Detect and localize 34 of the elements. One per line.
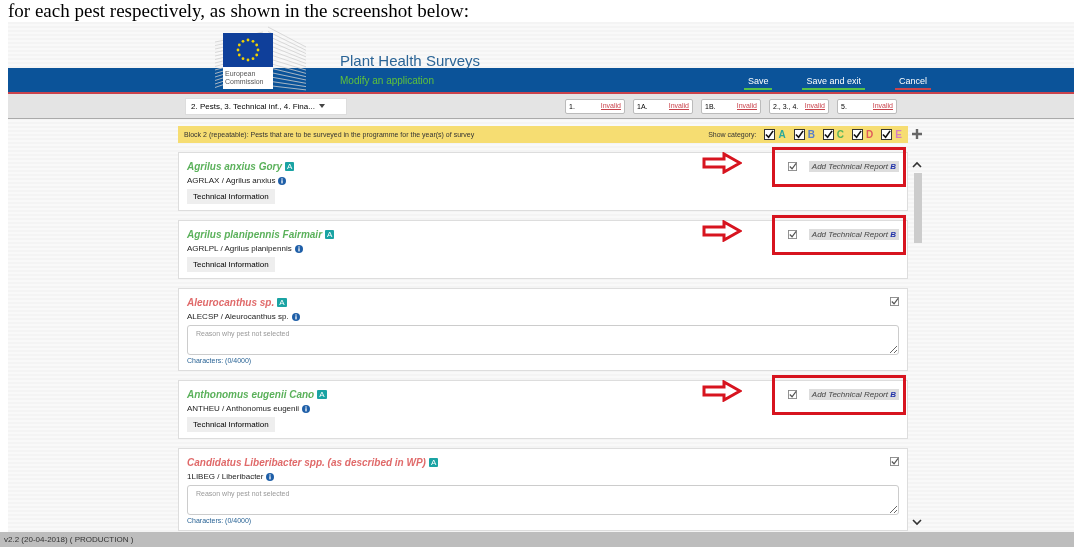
header-link[interactable]: Cancel	[895, 76, 932, 90]
pest-code: AGRLAX / Agrilus anxius	[187, 176, 276, 185]
pest-code: ANTHEU / Anthonomus eugenii	[187, 404, 300, 413]
pest-name: Anthonomus eugenii Cano	[187, 389, 315, 400]
category-label: D	[866, 129, 874, 140]
page-subtitle: Modify an application	[340, 74, 434, 86]
header-link[interactable]: Save and exit	[802, 76, 865, 90]
app-title: Plant Health Surveys	[340, 52, 481, 69]
category-badge: A	[428, 458, 439, 467]
version-text: v2.2 (20-04-2018) ( PRODUCTION )	[4, 535, 134, 544]
category-label: C	[836, 129, 845, 140]
category-label: A	[778, 129, 786, 140]
technical-info-button[interactable]: Technical Information	[187, 189, 275, 204]
category-badge: A	[317, 390, 327, 399]
caption-text: for each pest respectively, as shown in the screenshot below:	[8, 0, 469, 22]
technical-info-button[interactable]: Technical Information	[187, 417, 275, 432]
pest-name: Aleurocanthus sp.	[187, 297, 275, 308]
add-report-button[interactable]: Add Technical Report B	[808, 161, 899, 172]
pest-name: Candidatus Liberibacter spp. (as described in WP)	[187, 457, 426, 468]
pest-name: Agrilus anxius Gory	[187, 161, 283, 172]
category-badge: A	[285, 162, 295, 171]
category-label: B	[807, 129, 815, 140]
pest-code: AGRLPL / Agrilus planipennis	[187, 244, 292, 253]
add-report-button[interactable]: Add Technical Report B	[808, 229, 899, 240]
pest-code: ALECSP / Aleurocanthus sp.	[187, 312, 289, 321]
pest-code: 1LIBEG / Liberibacter	[187, 472, 264, 481]
technical-info-button[interactable]: Technical Information	[187, 257, 275, 272]
category-badge: A	[277, 298, 287, 307]
category-label: E	[895, 129, 902, 140]
category-badge: A	[325, 230, 335, 239]
add-report-button[interactable]: Add Technical Report B	[808, 389, 899, 400]
header-link[interactable]: Save	[743, 76, 773, 90]
pest-name: Agrilus planipennis Fairmair	[187, 229, 323, 240]
section-dropdown[interactable]: 2. Pests, 3. Technical inf., 4. Fina...	[185, 97, 347, 115]
